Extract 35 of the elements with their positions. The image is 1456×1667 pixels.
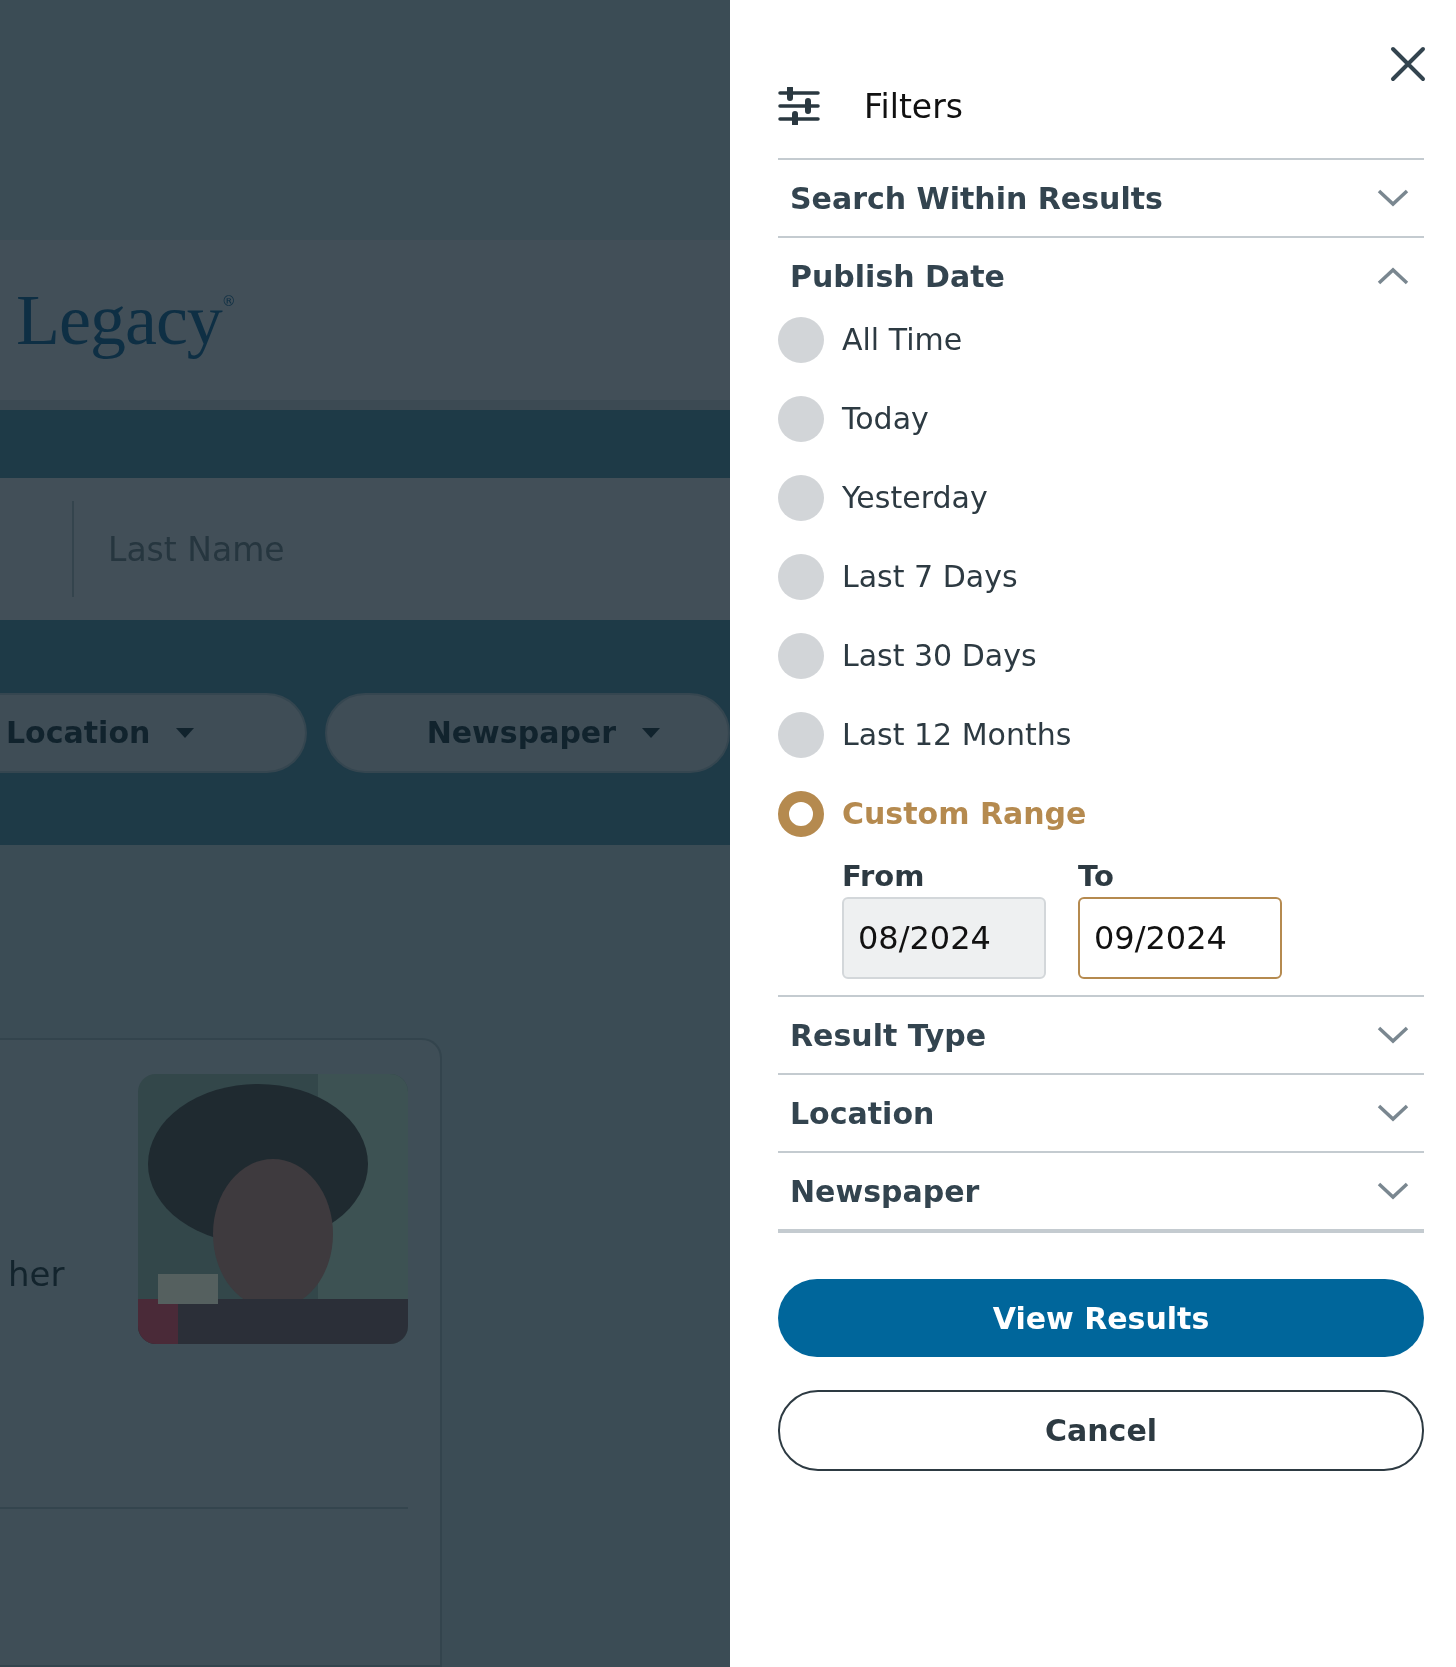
close-icon [1388, 44, 1428, 84]
date-field[interactable]: 08/2024 [842, 897, 1046, 979]
accordion-header[interactable]: Location [778, 1075, 1424, 1151]
accordion-header[interactable]: Publish Date [778, 238, 1424, 314]
radio-button[interactable] [778, 790, 824, 837]
radio-button[interactable] [778, 553, 824, 600]
caret-icon [176, 727, 195, 738]
sliders-icon [778, 87, 820, 125]
accordion-header[interactable]: Search Within Results [778, 160, 1424, 236]
radio-button[interactable] [778, 711, 824, 758]
accordion-header[interactable]: Newspaper [778, 1153, 1424, 1229]
date-label: From [842, 859, 926, 893]
panel-title: Filters [864, 86, 963, 126]
radio-label[interactable]: Last 12 Months [842, 717, 1072, 752]
radio-label[interactable]: Yesterday [842, 480, 988, 515]
radio-label[interactable]: Last 7 Days [842, 559, 1018, 594]
chevron-up-icon [1376, 266, 1410, 286]
cancel-button[interactable]: Cancel [778, 1390, 1424, 1471]
date-label: To [1078, 859, 1115, 893]
radio-label[interactable]: Today [842, 401, 929, 436]
radio-label[interactable]: Last 30 Days [842, 638, 1037, 673]
chevron-down-icon [1376, 1181, 1410, 1201]
date-field[interactable]: 09/2024 [1078, 897, 1282, 979]
close-button[interactable] [1388, 44, 1428, 84]
radio-button[interactable] [778, 395, 824, 442]
radio-label[interactable]: All Time [842, 322, 963, 357]
caret-icon [642, 727, 660, 738]
chevron-down-icon [1376, 1103, 1410, 1123]
chevron-down-icon [1376, 1025, 1410, 1045]
view-results-button[interactable]: View Results [778, 1279, 1424, 1357]
radio-button[interactable] [778, 316, 824, 363]
radio-button[interactable] [778, 474, 824, 521]
accordion-header[interactable]: Result Type [778, 997, 1424, 1073]
radio-button[interactable] [778, 632, 824, 679]
chevron-down-icon [1376, 188, 1410, 208]
